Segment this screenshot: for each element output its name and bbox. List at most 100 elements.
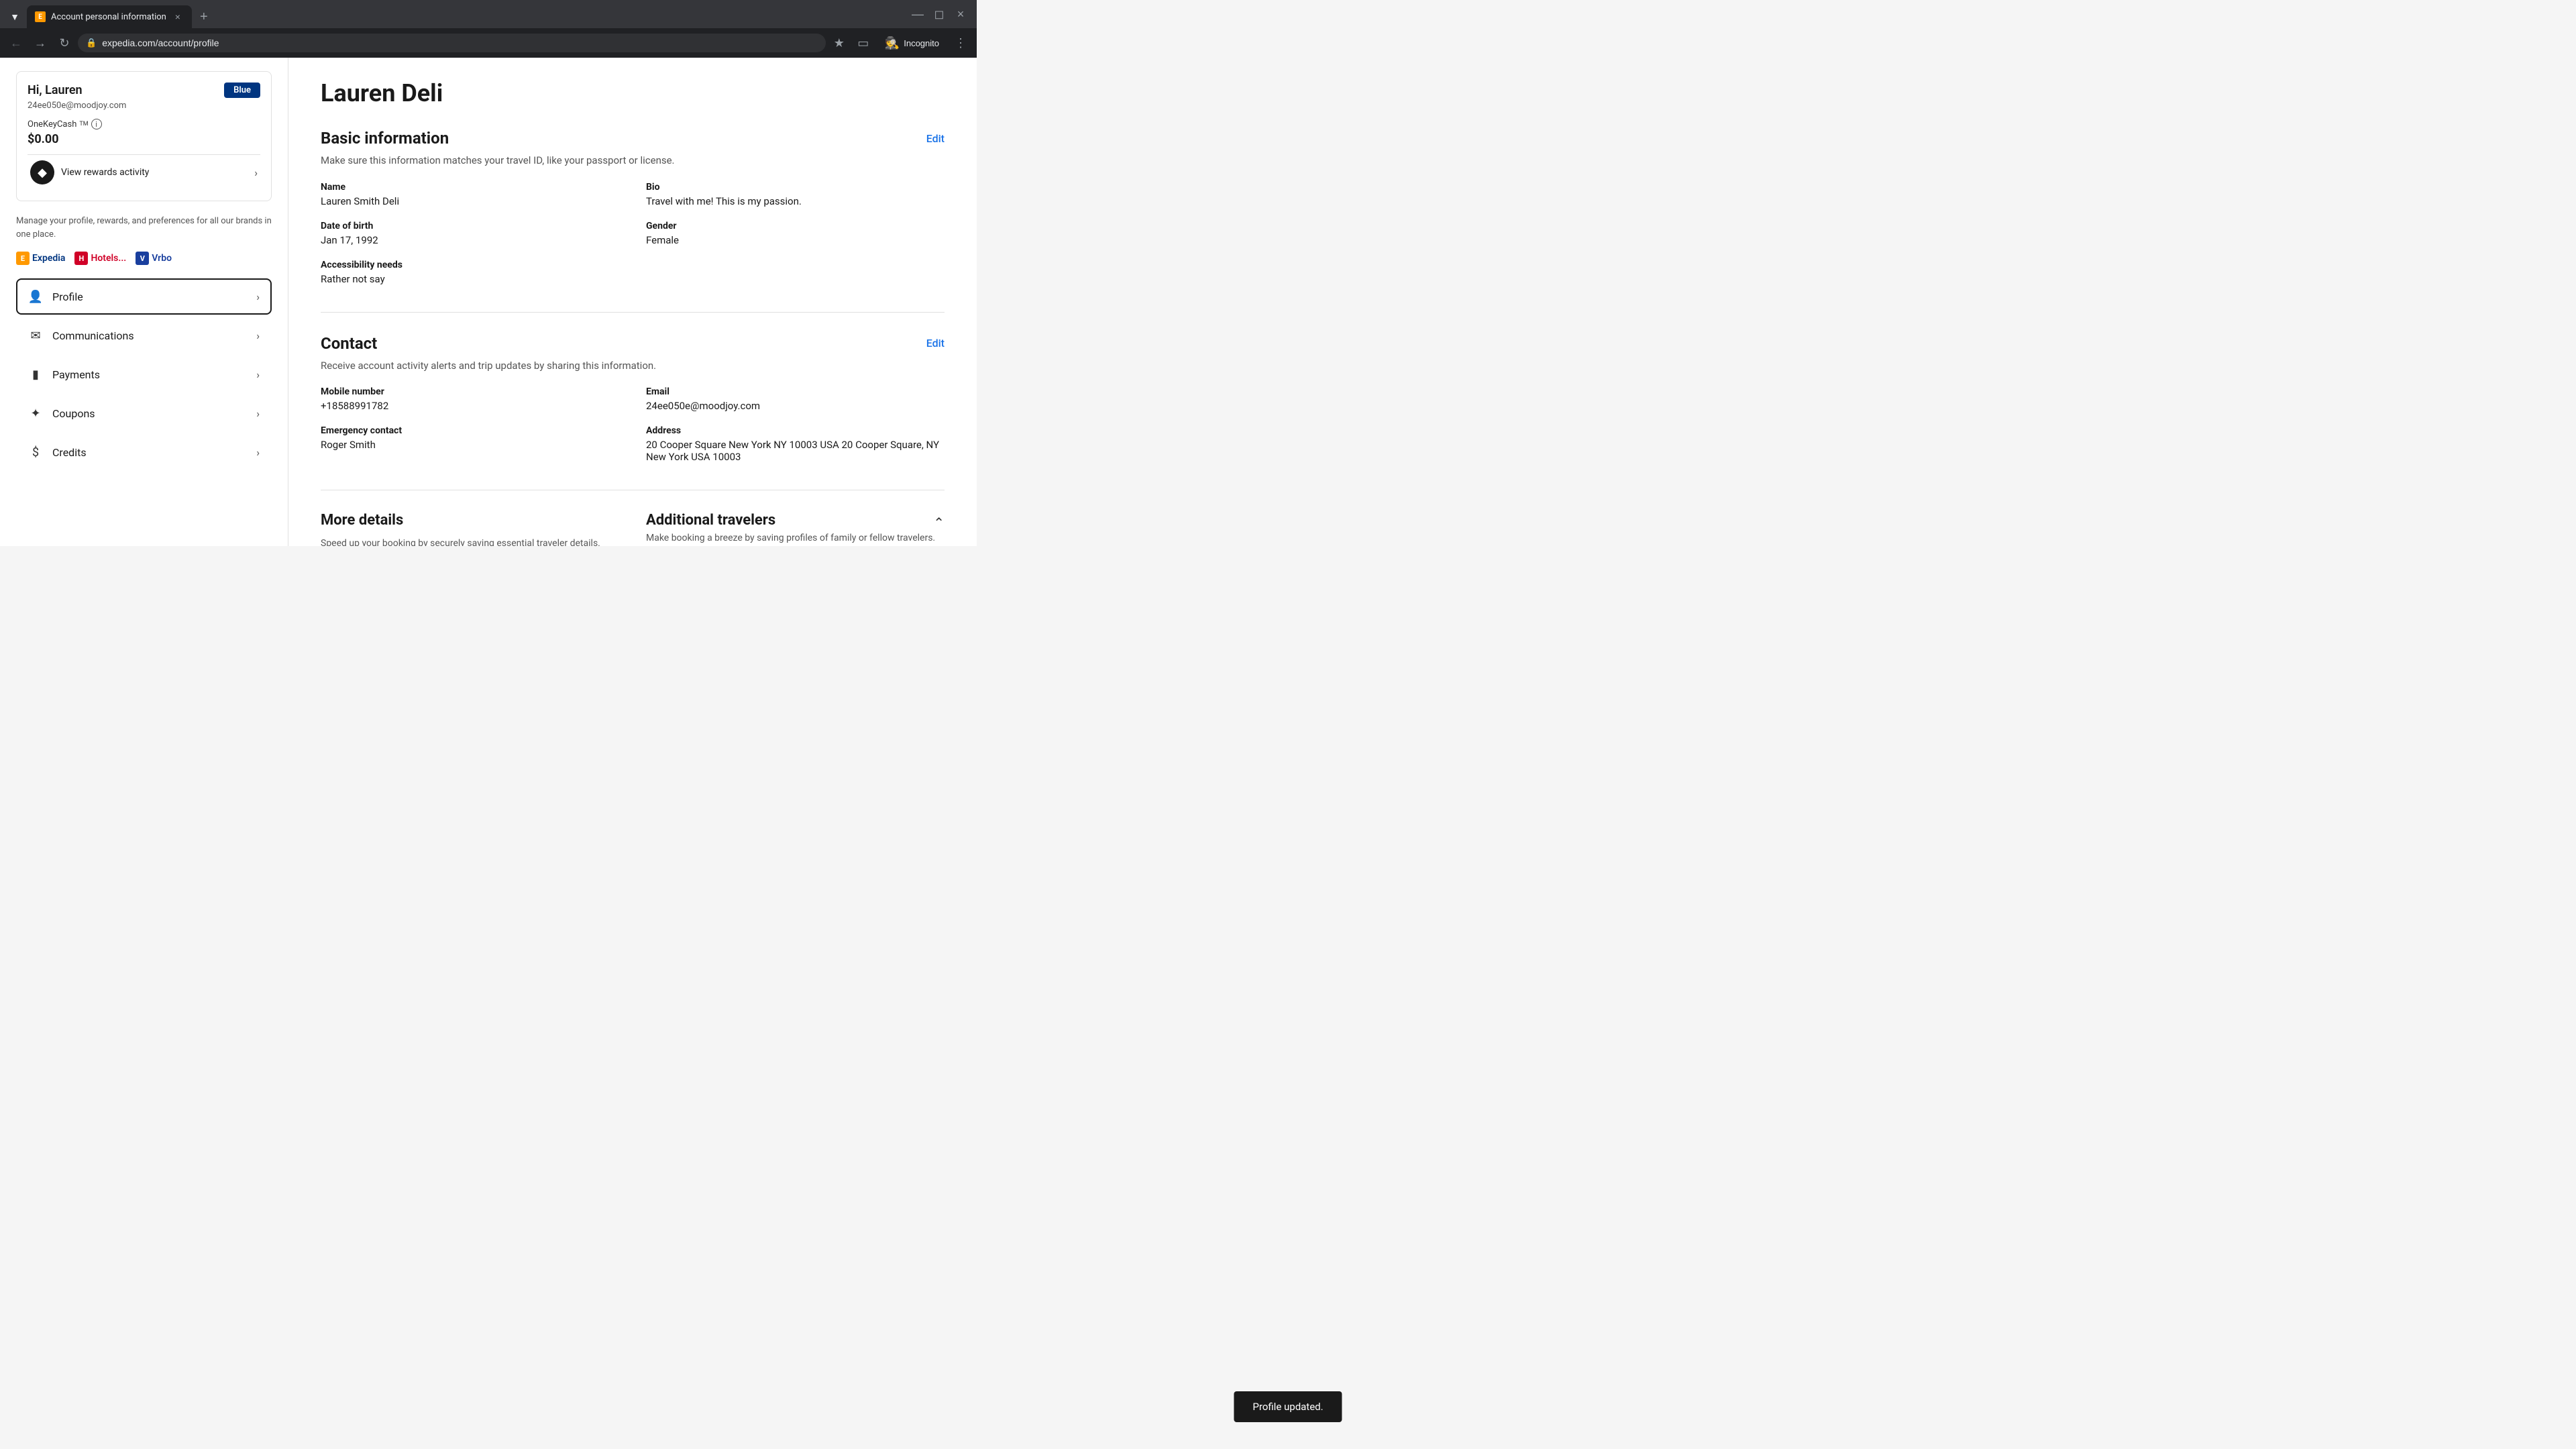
- user-greeting: Hi, Lauren: [28, 83, 83, 97]
- incognito-label: Incognito: [904, 38, 939, 48]
- page-content: Hi, Lauren Blue 24ee050e@moodjoy.com One…: [0, 58, 977, 546]
- back-button[interactable]: ←: [5, 32, 27, 54]
- more-details-section: More details Speed up your booking by se…: [321, 512, 619, 546]
- communications-icon: ✉: [28, 328, 43, 343]
- communications-chevron-right-icon: ›: [256, 329, 260, 342]
- field-address: Address 20 Cooper Square New York NY 100…: [646, 425, 945, 463]
- field-name: Name Lauren Smith Deli: [321, 182, 619, 207]
- rewards-link[interactable]: ◆ View rewards activity ›: [28, 154, 260, 190]
- toast-message: Profile updated.: [1252, 1401, 1323, 1413]
- toast-notification: Profile updated.: [1234, 1391, 1342, 1422]
- sidebar-item-profile[interactable]: 👤 Profile ›: [16, 278, 272, 315]
- tab-bar: ▼ E Account personal information × + — ◻…: [0, 0, 977, 28]
- profile-chevron-right-icon: ›: [256, 290, 260, 303]
- contact-header: Contact Edit: [321, 334, 945, 353]
- contact-grid: Mobile number +18588991782 Email 24ee050…: [321, 386, 945, 463]
- additional-travelers-section: Additional travelers ⌃ Make booking a br…: [646, 512, 945, 546]
- new-tab-button[interactable]: +: [195, 7, 213, 26]
- sidebar-credits-label: Credits: [52, 446, 87, 459]
- vrbo-icon: V: [136, 252, 149, 265]
- user-card: Hi, Lauren Blue 24ee050e@moodjoy.com One…: [16, 71, 272, 201]
- split-screen-button[interactable]: ▭: [853, 32, 874, 54]
- sidebar-item-payments[interactable]: ▮ Payments ›: [16, 356, 272, 392]
- sidebar-nav: 👤 Profile › ✉ Communications › ▮ Payment…: [16, 278, 272, 470]
- menu-button[interactable]: ⋮: [950, 32, 971, 54]
- sidebar-item-communications[interactable]: ✉ Communications ›: [16, 317, 272, 354]
- sidebar-coupons-label: Coupons: [52, 407, 95, 420]
- sidebar-payments-label: Payments: [52, 368, 100, 381]
- additional-travelers-title: Additional travelers: [646, 512, 775, 529]
- forward-button[interactable]: →: [30, 32, 51, 54]
- incognito-button[interactable]: 🕵 Incognito: [877, 34, 947, 53]
- field-accessibility: Accessibility needs Rather not say: [321, 260, 619, 285]
- tier-badge: Blue: [224, 83, 260, 98]
- coupons-icon: ✦: [28, 406, 43, 421]
- minimize-button[interactable]: —: [912, 9, 923, 19]
- field-email: Email 24ee050e@moodjoy.com: [646, 386, 945, 412]
- rewards-chevron-right-icon: ›: [254, 166, 258, 179]
- cash-amount: $0.00: [28, 132, 260, 146]
- payments-icon: ▮: [28, 367, 43, 382]
- restore-button[interactable]: ◻: [934, 9, 945, 19]
- field-bio: Bio Travel with me! This is my passion.: [646, 182, 945, 207]
- payments-chevron-right-icon: ›: [256, 368, 260, 381]
- rewards-link-text: View rewards activity: [61, 167, 149, 178]
- basic-info-title: Basic information: [321, 129, 449, 148]
- contact-description: Receive account activity alerts and trip…: [321, 358, 945, 374]
- more-details-header: More details: [321, 512, 619, 533]
- sidebar-profile-label: Profile: [52, 290, 83, 303]
- contact-edit-button[interactable]: Edit: [926, 337, 945, 350]
- brand-hotels: H Hotels...: [74, 252, 126, 265]
- credits-icon: $: [28, 445, 43, 460]
- more-details-title: More details: [321, 512, 403, 529]
- rewards-icon: ◆: [30, 160, 54, 184]
- bookmark-button[interactable]: ★: [828, 32, 850, 54]
- info-icon[interactable]: i: [91, 119, 102, 129]
- additional-travelers-header: Additional travelers ⌃: [646, 512, 945, 533]
- browser-chrome: ▼ E Account personal information × + — ◻…: [0, 0, 977, 58]
- url-input[interactable]: [102, 38, 818, 48]
- coupons-chevron-right-icon: ›: [256, 407, 260, 420]
- incognito-icon: 🕵: [885, 36, 900, 50]
- page-user-name: Lauren Deli: [321, 79, 945, 107]
- sidebar-item-credits[interactable]: $ Credits ›: [16, 434, 272, 470]
- onekeycash-label: OneKeyCash TM i: [28, 119, 260, 129]
- sidebar: Hi, Lauren Blue 24ee050e@moodjoy.com One…: [0, 58, 288, 546]
- user-email: 24ee050e@moodjoy.com: [28, 101, 260, 111]
- contact-section: Contact Edit Receive account activity al…: [321, 334, 945, 464]
- basic-info-grid: Name Lauren Smith Deli Bio Travel with m…: [321, 182, 945, 285]
- window-controls: — ◻ ×: [912, 9, 971, 25]
- contact-title: Contact: [321, 334, 377, 353]
- field-gender: Gender Female: [646, 221, 945, 246]
- hotels-icon: H: [74, 252, 88, 265]
- reload-button[interactable]: ↻: [54, 32, 75, 54]
- section-divider-1: [321, 312, 945, 313]
- partial-bottom-sections: More details Speed up your booking by se…: [321, 512, 945, 546]
- address-bar[interactable]: 🔒: [78, 34, 826, 52]
- collapse-icon[interactable]: ⌃: [933, 515, 945, 531]
- tm-symbol: TM: [79, 121, 88, 127]
- browser-toolbar: ← → ↻ 🔒 ★ ▭ 🕵 Incognito ⋮: [0, 28, 977, 58]
- basic-info-header: Basic information Edit: [321, 129, 945, 148]
- tab-favicon: E: [35, 11, 46, 22]
- basic-info-edit-button[interactable]: Edit: [926, 132, 945, 145]
- basic-info-description: Make sure this information matches your …: [321, 153, 945, 168]
- tab-list-button[interactable]: ▼: [5, 7, 24, 26]
- more-details-desc: Speed up your booking by securely saving…: [321, 538, 619, 546]
- toolbar-actions: ★ ▭ 🕵 Incognito ⋮: [828, 32, 971, 54]
- close-button[interactable]: ×: [955, 9, 966, 19]
- lock-icon: 🔒: [86, 38, 97, 48]
- tab-title: Account personal information: [51, 12, 166, 22]
- tab-close-button[interactable]: ×: [172, 11, 184, 23]
- field-dob: Date of birth Jan 17, 1992: [321, 221, 619, 246]
- user-header: Hi, Lauren Blue: [28, 83, 260, 98]
- brand-expedia: E Expedia: [16, 252, 65, 265]
- additional-travelers-desc: Make booking a breeze by saving profiles…: [646, 533, 945, 543]
- field-mobile: Mobile number +18588991782: [321, 386, 619, 412]
- rewards-link-left: ◆ View rewards activity: [30, 160, 149, 184]
- profile-icon: 👤: [28, 289, 43, 304]
- sidebar-item-coupons[interactable]: ✦ Coupons ›: [16, 395, 272, 431]
- credits-chevron-right-icon: ›: [256, 446, 260, 459]
- active-tab[interactable]: E Account personal information ×: [27, 5, 192, 28]
- basic-info-section: Basic information Edit Make sure this in…: [321, 129, 945, 285]
